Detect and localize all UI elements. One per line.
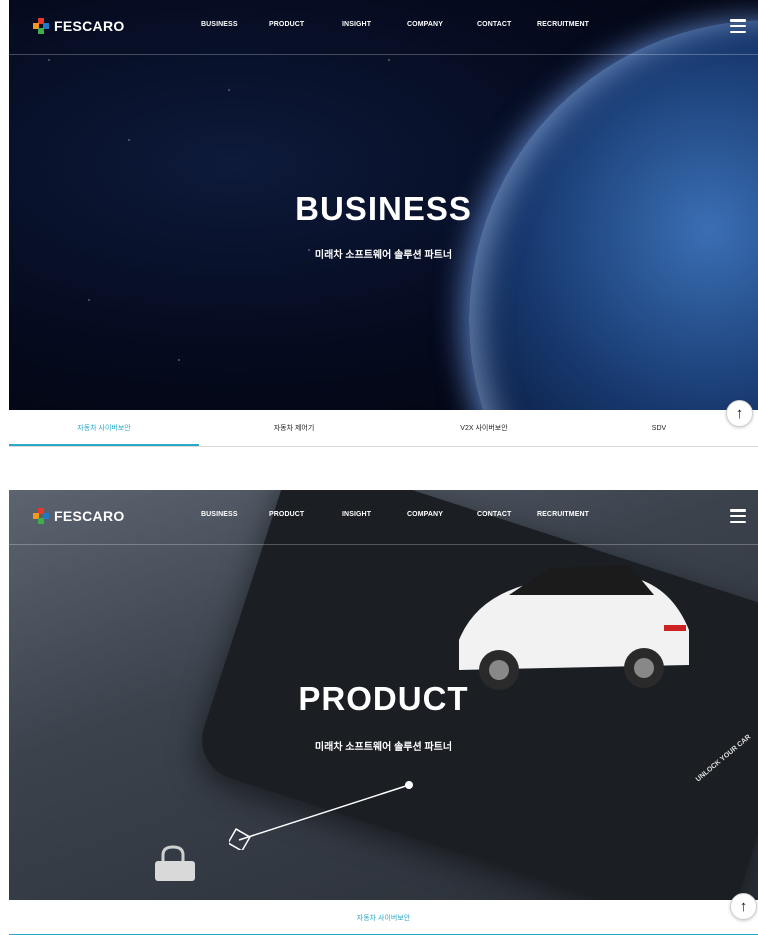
- top-navigation: FESCARO BUSINESS PRODUCT INSIGHT COMPANY…: [9, 0, 758, 55]
- padlock-icon: [155, 845, 195, 881]
- logo-text: FESCARO: [54, 18, 125, 34]
- arrow-up-icon: ↑: [739, 898, 748, 915]
- hamburger-menu-icon[interactable]: [730, 19, 746, 33]
- tab-sdv[interactable]: SDV: [579, 410, 739, 446]
- menu-company[interactable]: COMPANY: [407, 511, 477, 518]
- hamburger-menu-icon[interactable]: [730, 509, 746, 523]
- menu-contact[interactable]: CONTACT: [477, 511, 537, 518]
- business-tab-bar: 자동차 사이버보안 자동차 제어기 V2X 사이버보안 SDV: [9, 410, 758, 447]
- menu-recruitment[interactable]: RECRUITMENT: [537, 21, 589, 28]
- scroll-to-top-button[interactable]: ↑: [730, 893, 757, 920]
- arrow-up-icon: ↑: [735, 405, 744, 422]
- logo-mark-icon: [33, 18, 49, 34]
- hero-title: BUSINESS: [295, 190, 472, 227]
- hero-subtitle: 미래차 소프트웨어 솔루션 파트너: [314, 250, 453, 261]
- menu-recruitment[interactable]: RECRUITMENT: [537, 511, 589, 518]
- menu-insight[interactable]: INSIGHT: [342, 511, 407, 518]
- main-menu: BUSINESS PRODUCT INSIGHT COMPANY CONTACT…: [201, 511, 589, 518]
- hero-title: PRODUCT: [298, 680, 469, 717]
- menu-company[interactable]: COMPANY: [407, 21, 477, 28]
- product-tab-bar: 자동차 사이버보안: [9, 900, 758, 935]
- menu-contact[interactable]: CONTACT: [477, 21, 537, 28]
- menu-insight[interactable]: INSIGHT: [342, 21, 407, 28]
- logo-text: FESCARO: [54, 508, 125, 524]
- product-hero: FESCARO BUSINESS PRODUCT INSIGHT COMPANY…: [9, 490, 758, 900]
- menu-business[interactable]: BUSINESS: [201, 511, 269, 518]
- logo-mark-icon: [33, 508, 49, 524]
- main-menu: BUSINESS PRODUCT INSIGHT COMPANY CONTACT…: [201, 21, 589, 28]
- hero-subtitle: 미래차 소프트웨어 솔루션 파트너: [314, 742, 453, 753]
- fescaro-logo[interactable]: FESCARO: [33, 508, 125, 524]
- fescaro-logo[interactable]: FESCARO: [33, 18, 125, 34]
- connector-line-graphic: [229, 781, 413, 850]
- menu-product[interactable]: PRODUCT: [269, 21, 342, 28]
- tab-car-cybersecurity[interactable]: 자동차 사이버보안: [9, 410, 199, 446]
- tab-car-cybersecurity[interactable]: 자동차 사이버보안: [9, 900, 758, 935]
- menu-business[interactable]: BUSINESS: [201, 21, 269, 28]
- menu-product[interactable]: PRODUCT: [269, 511, 342, 518]
- business-hero: FESCARO BUSINESS PRODUCT INSIGHT COMPANY…: [9, 0, 758, 410]
- scroll-to-top-button[interactable]: ↑: [726, 400, 753, 427]
- tab-car-controller[interactable]: 자동차 제어기: [199, 410, 389, 446]
- top-navigation: FESCARO BUSINESS PRODUCT INSIGHT COMPANY…: [9, 490, 758, 545]
- tab-v2x-cybersecurity[interactable]: V2X 사이버보안: [389, 410, 579, 446]
- car-image: [459, 565, 689, 690]
